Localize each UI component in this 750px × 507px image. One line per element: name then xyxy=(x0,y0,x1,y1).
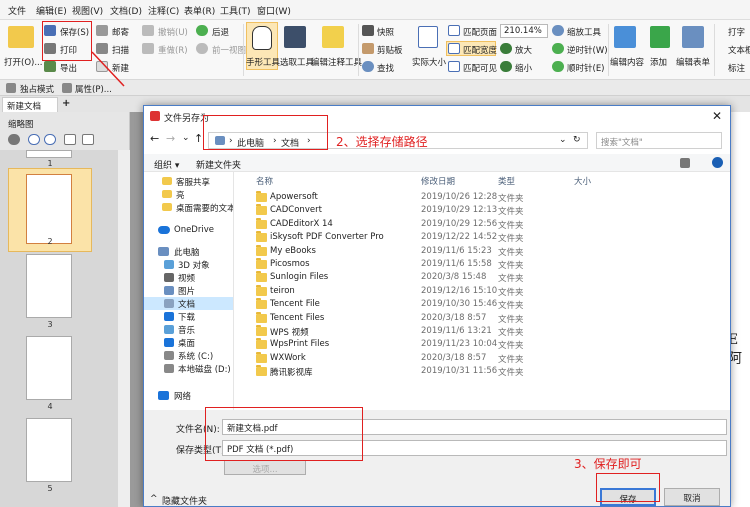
annotation-box-save-button xyxy=(596,473,660,502)
annotation-box-filename xyxy=(205,407,363,461)
annotation-step3: 3、保存即可 xyxy=(574,457,642,471)
annotation-step2: 2、选择存储路径 xyxy=(336,135,428,149)
annotation-box-path xyxy=(203,115,328,150)
annotation-arrow xyxy=(91,51,125,87)
